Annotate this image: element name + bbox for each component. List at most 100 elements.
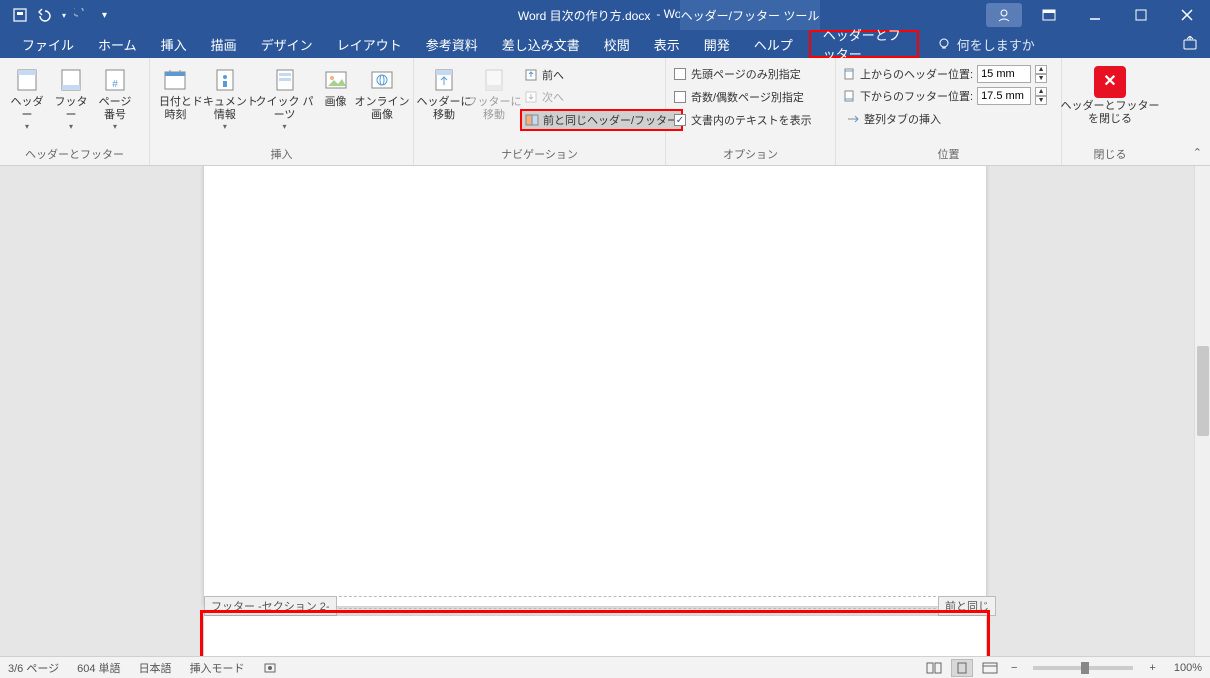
quick-access-toolbar: ▾ ▾: [0, 7, 107, 23]
undo-icon[interactable]: [36, 8, 54, 22]
redo-icon[interactable]: [74, 8, 90, 22]
footer-pos-icon: [842, 89, 856, 103]
zoom-slider[interactable]: [1033, 666, 1133, 670]
tell-me-search[interactable]: 何をしますか: [937, 30, 1035, 58]
link-to-previous-button[interactable]: 前と同じヘッダー/フッター: [520, 109, 683, 131]
align-tab-icon: [846, 112, 860, 126]
group-label-hf: ヘッダーとフッター: [6, 144, 143, 165]
account-icon[interactable]: [986, 3, 1022, 27]
page[interactable]: ↩: [204, 616, 986, 656]
page[interactable]: [204, 166, 986, 606]
goto-header-icon: [430, 66, 458, 94]
close-hf-icon: ✕: [1094, 66, 1126, 98]
previous-icon: [524, 68, 538, 82]
doc-info-button[interactable]: ドキュメント 情報▾: [197, 62, 253, 132]
footer-button[interactable]: フッター▾: [50, 62, 92, 132]
footer-icon: [57, 66, 85, 94]
title-bar: ▾ ▾ Word 目次の作り方.docx - Word ヘッダー/フッター ツー…: [0, 0, 1210, 30]
zoom-in-icon[interactable]: +: [1145, 662, 1159, 674]
next-icon: [524, 90, 538, 104]
close-header-footer-button[interactable]: ✕ ヘッダーとフッター を閉じる: [1068, 62, 1152, 126]
calendar-icon: [161, 66, 189, 94]
tab-view[interactable]: 表示: [642, 30, 692, 58]
language-indicator[interactable]: 日本語: [139, 660, 172, 676]
page-indicator[interactable]: 3/6 ページ: [8, 660, 59, 676]
ribbon-display-icon[interactable]: [1026, 0, 1072, 30]
collapse-ribbon-icon[interactable]: ⌃: [1193, 146, 1202, 159]
group-label-nav: ナビゲーション: [420, 144, 659, 165]
spin-down-icon[interactable]: ▼: [1035, 96, 1047, 105]
spin-up-icon[interactable]: ▲: [1035, 87, 1047, 96]
tab-header-footer[interactable]: ヘッダーとフッター: [809, 30, 919, 58]
zoom-out-icon[interactable]: −: [1007, 662, 1021, 674]
insert-align-tab-button[interactable]: 整列タブの挿入: [842, 109, 1047, 129]
quick-parts-icon: [271, 66, 299, 94]
group-label-position: 位置: [842, 144, 1055, 165]
page-number-button[interactable]: # ページ 番号▾: [94, 62, 136, 132]
read-mode-icon[interactable]: [923, 659, 945, 677]
header-position-field[interactable]: 上からのヘッダー位置: ▲▼: [842, 65, 1047, 83]
contextual-tool-label: ヘッダー/フッター ツール: [680, 0, 820, 30]
close-icon[interactable]: [1164, 0, 1210, 30]
tab-insert[interactable]: 挿入: [149, 30, 199, 58]
svg-text:#: #: [112, 79, 118, 90]
document-area: フッター -セクション 2- 前と同じ 3↩ ↩ ↩: [0, 166, 1210, 656]
qat-customize-icon[interactable]: ▾: [102, 10, 107, 21]
word-count[interactable]: 604 単語: [77, 660, 120, 676]
header-button[interactable]: ヘッダー▾: [6, 62, 48, 132]
tab-review[interactable]: 校閲: [592, 30, 642, 58]
tab-layout[interactable]: レイアウト: [325, 30, 414, 58]
status-bar: 3/6 ページ 604 単語 日本語 挿入モード − + 100%: [0, 656, 1210, 678]
zoom-level[interactable]: 100%: [1174, 662, 1202, 674]
header-pos-icon: [842, 67, 856, 81]
macro-record-icon[interactable]: [263, 661, 277, 675]
tab-design[interactable]: デザイン: [249, 30, 325, 58]
web-layout-icon[interactable]: [979, 659, 1001, 677]
vertical-scrollbar[interactable]: [1194, 166, 1210, 656]
undo-dropdown-icon[interactable]: ▾: [62, 11, 66, 20]
show-text-checkbox[interactable]: ✓文書内のテキストを表示: [672, 111, 814, 129]
print-layout-icon[interactable]: [951, 659, 973, 677]
scrollbar-thumb[interactable]: [1197, 346, 1209, 436]
autosave-icon[interactable]: [12, 7, 28, 23]
link-previous-icon: [525, 113, 539, 127]
header-position-input[interactable]: [977, 65, 1031, 83]
goto-footer-button: フッターに 移動: [470, 62, 518, 122]
minimize-icon[interactable]: [1072, 0, 1118, 30]
share-icon[interactable]: [1182, 30, 1200, 58]
footer-position-input[interactable]: [977, 87, 1031, 105]
tab-mailings[interactable]: 差し込み文書: [490, 30, 592, 58]
tab-developer[interactable]: 開発: [692, 30, 742, 58]
first-page-checkbox[interactable]: 先頭ページのみ別指定: [672, 65, 814, 83]
tab-home[interactable]: ホーム: [86, 30, 149, 58]
spin-up-icon[interactable]: ▲: [1035, 65, 1047, 74]
previous-button[interactable]: 前へ: [520, 65, 683, 85]
tab-help[interactable]: ヘルプ: [742, 30, 805, 58]
online-picture-icon: [368, 66, 396, 94]
pictures-button[interactable]: 画像: [316, 62, 355, 109]
tab-draw[interactable]: 描画: [199, 30, 249, 58]
next-button[interactable]: 次へ: [520, 87, 683, 107]
footer-position-field[interactable]: 下からのフッター位置: ▲▼: [842, 87, 1047, 105]
group-label-close: 閉じる: [1068, 144, 1152, 165]
paragraph-mark-icon: ↩: [318, 652, 328, 656]
doc-info-icon: [211, 66, 239, 94]
page-number-icon: #: [101, 66, 129, 94]
odd-even-checkbox[interactable]: 奇数/偶数ページ別指定: [672, 88, 814, 106]
quick-parts-button[interactable]: クイック パーツ▾: [255, 62, 314, 132]
spin-down-icon[interactable]: ▼: [1035, 74, 1047, 83]
maximize-icon[interactable]: [1118, 0, 1164, 30]
online-pictures-button[interactable]: オンライン 画像: [357, 62, 407, 122]
zoom-slider-handle[interactable]: [1081, 662, 1089, 674]
insert-mode-indicator[interactable]: 挿入モード: [190, 660, 245, 676]
tab-file[interactable]: ファイル: [10, 30, 86, 58]
goto-footer-icon: [480, 66, 508, 94]
window-title: Word 目次の作り方.docx - Word: [518, 7, 692, 24]
picture-icon: [322, 66, 350, 94]
tab-references[interactable]: 参考資料: [414, 30, 490, 58]
lightbulb-icon: [937, 37, 951, 51]
group-label-insert: 挿入: [156, 144, 407, 165]
ribbon: ヘッダー▾ フッター▾ # ページ 番号▾ ヘッダーとフッター 日付と 時刻 ド…: [0, 58, 1210, 166]
goto-header-button[interactable]: ヘッダーに 移動: [420, 62, 468, 122]
date-time-button[interactable]: 日付と 時刻: [156, 62, 195, 122]
